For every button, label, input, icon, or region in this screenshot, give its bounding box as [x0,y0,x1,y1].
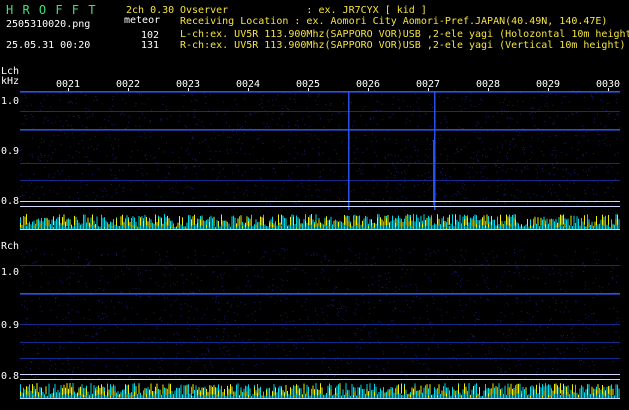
lch-faint-line [20,163,620,164]
rch-spectrogram [20,248,621,399]
rch-faint-line [20,265,620,266]
lch-spectrogram [20,88,621,230]
lch-baseline-2 [20,206,620,207]
lch-faint-line [20,111,620,112]
rch-bar-base [20,398,620,399]
rch-noise [20,248,621,379]
lch-meteor-echo [348,92,350,210]
lch-meteor-echo [433,140,435,205]
rch-level-bars-cyan [20,383,620,398]
rch-carrier-line [20,293,620,295]
lch-noise [20,90,621,206]
lch-faint-line [20,180,620,181]
rch-faint-line [20,358,620,359]
rch-baseline-2 [20,379,620,380]
rch-faint-line [20,342,620,343]
lch-carrier-line [20,91,620,93]
lch-carrier-line [20,129,620,131]
rch-faint-line [20,324,620,325]
lch-baseline [20,201,620,202]
lch-bar-base [20,229,620,230]
spectrogram-screen: H R O F F T 2ch 0.30 2505310020.png mete… [0,0,629,410]
lch-level-bars-cyan [20,214,620,229]
spectrogram-graphics [20,88,621,399]
rch-baseline [20,374,620,375]
